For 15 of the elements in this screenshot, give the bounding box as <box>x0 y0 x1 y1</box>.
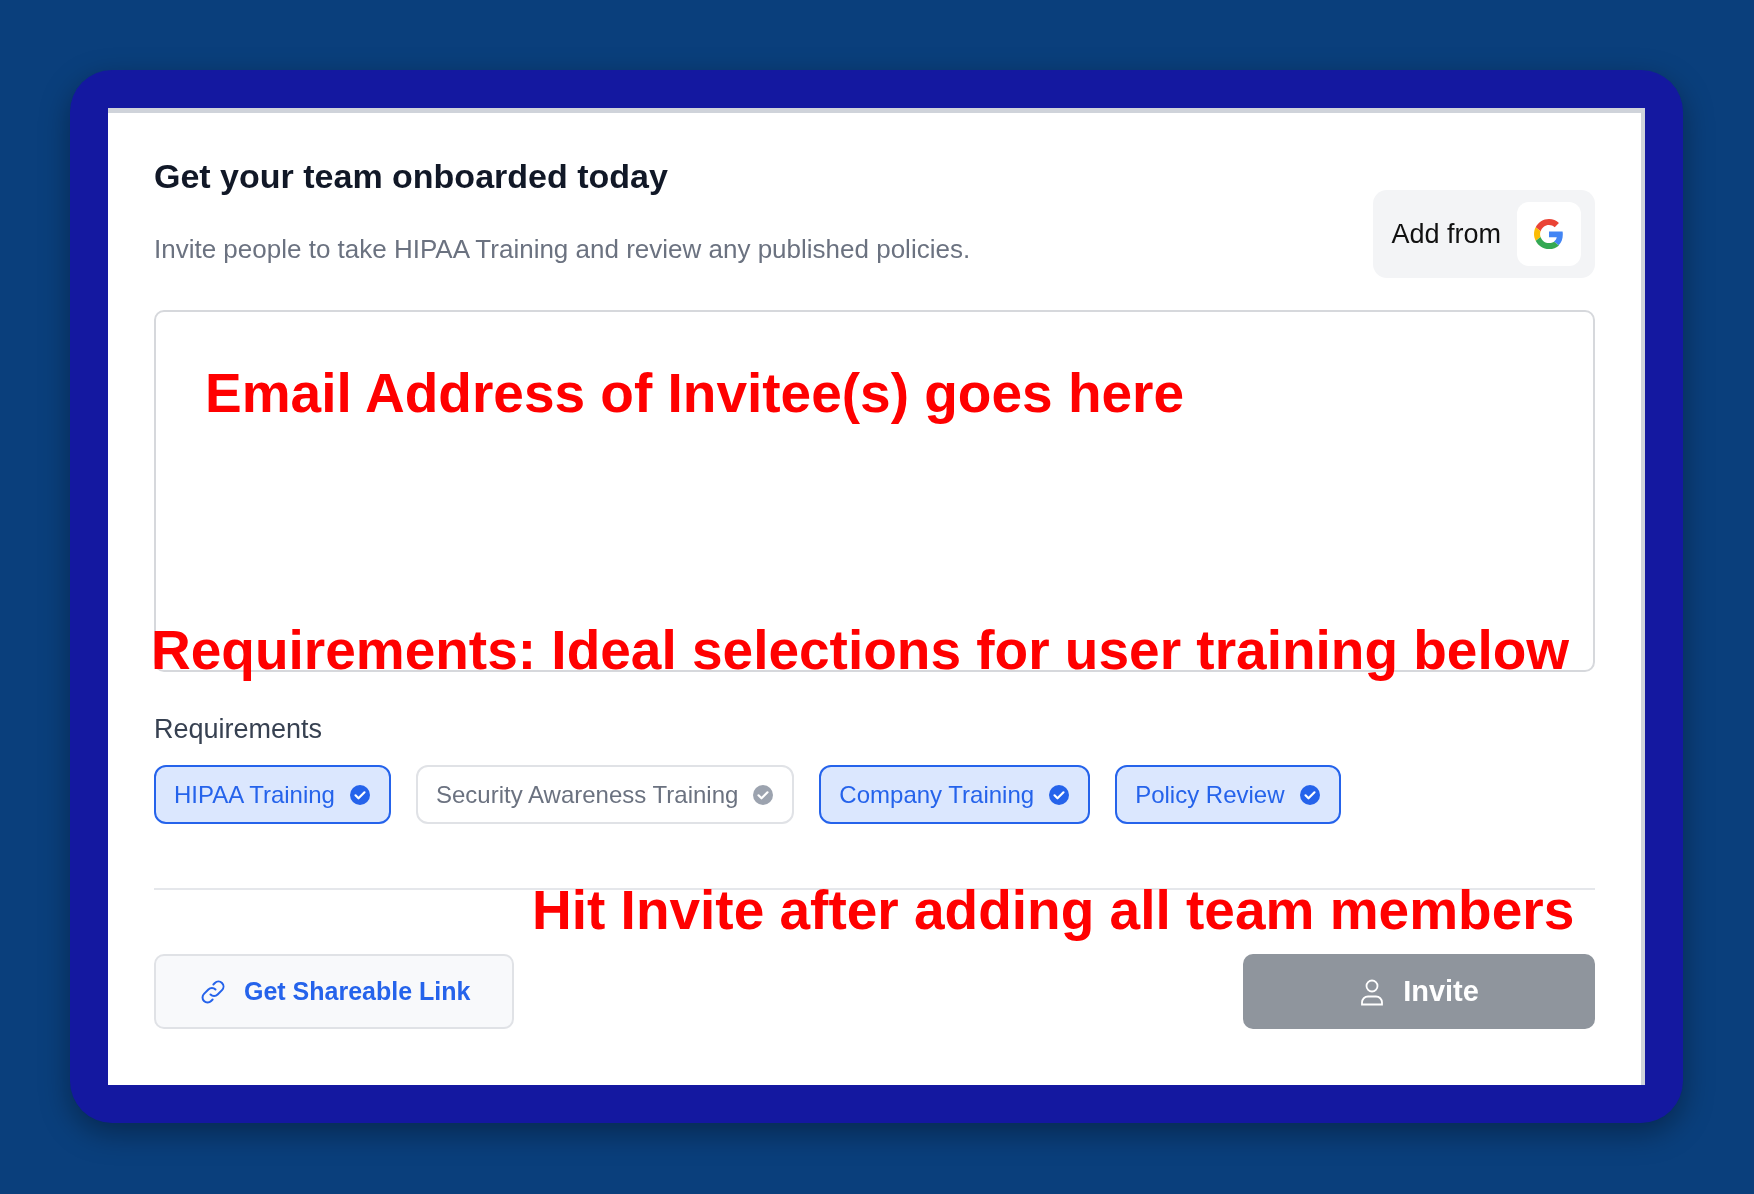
check-circle-icon <box>1298 783 1321 806</box>
requirements-label: Requirements <box>154 714 324 745</box>
shareable-link-button[interactable]: Get Shareable Link <box>154 954 515 1029</box>
check-circle-icon <box>348 783 371 806</box>
requirement-chip[interactable]: Company Training <box>819 765 1091 824</box>
requirement-chip[interactable]: Policy Review <box>1115 765 1341 824</box>
person-icon <box>1359 977 1386 1006</box>
requirement-chip[interactable]: HIPAA Training <box>154 765 391 824</box>
google-icon <box>1534 219 1564 249</box>
check-circle-icon <box>752 783 775 806</box>
check-circle-icon <box>1048 783 1071 806</box>
add-from-button[interactable]: Add from <box>1373 190 1595 278</box>
dialog-title: Get your team onboarded today <box>154 157 669 196</box>
dialog-subtitle: Invite people to take HIPAA Training and review any published policies. <box>154 234 971 265</box>
requirement-chip[interactable]: Security Awareness Training <box>415 765 795 824</box>
